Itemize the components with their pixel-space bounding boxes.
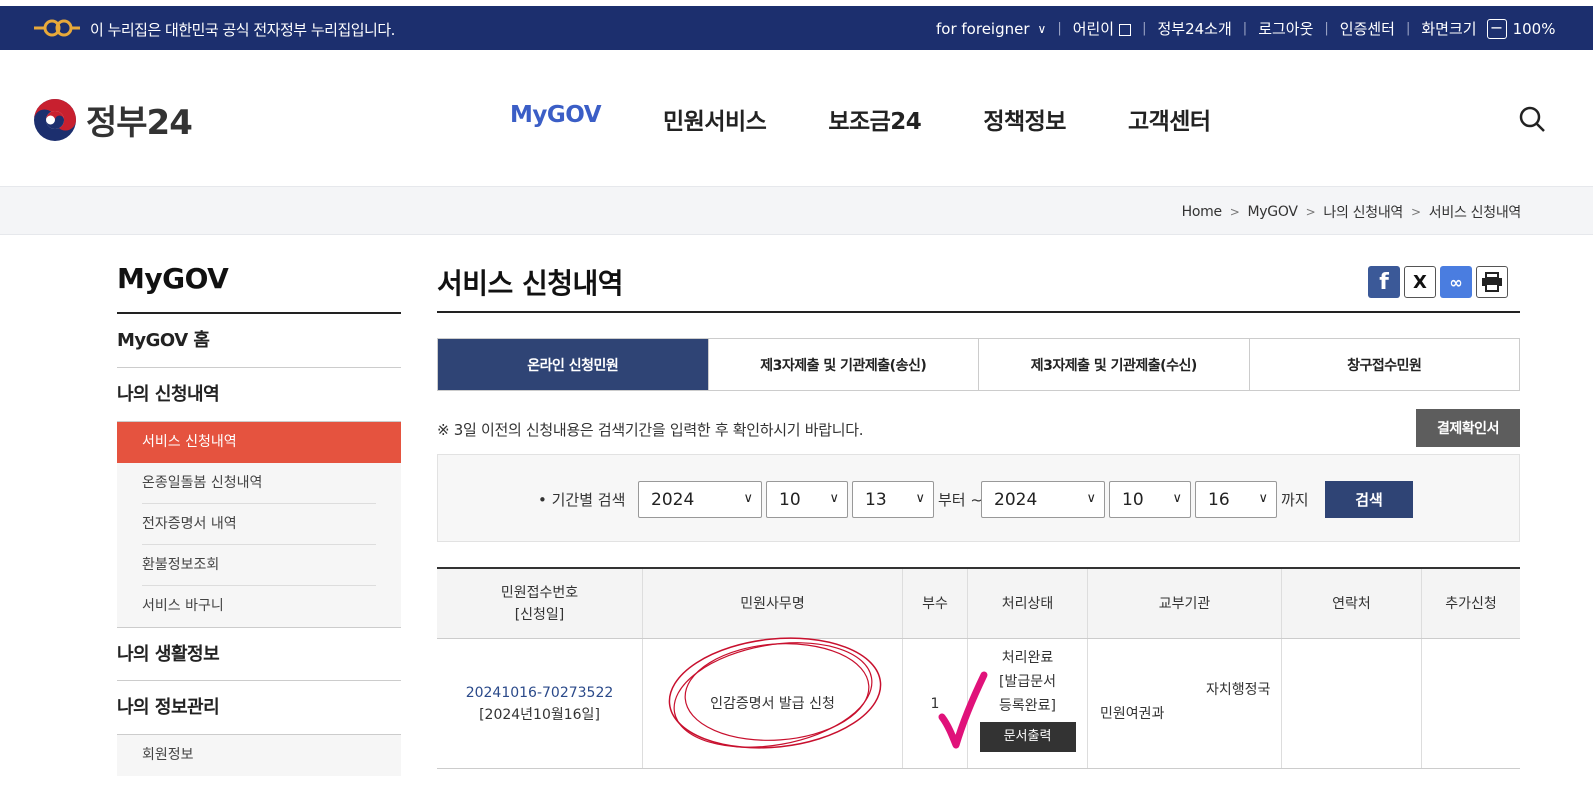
to-text: 까지	[1281, 491, 1309, 509]
kids-link[interactable]: 어린이	[1073, 18, 1114, 39]
sidebar-item-my-requests[interactable]: 나의 신청내역	[117, 368, 401, 422]
link-copy-icon[interactable]: ∞	[1440, 266, 1472, 298]
notice-text: ※ 3일 이전의 신청내용은 검색기간을 입력한 후 확인하시기 바랍니다.	[437, 421, 864, 439]
tab-third-party-received[interactable]: 제3자제출 및 기관제출(수신)	[979, 339, 1250, 390]
tab-third-party-sent[interactable]: 제3자제출 및 기관제출(송신)	[709, 339, 979, 390]
search-icon[interactable]	[1518, 105, 1546, 133]
breadcrumb-current[interactable]: 서비스 신청내역	[1429, 202, 1522, 222]
to-day-select[interactable]: 16 ∨	[1195, 481, 1277, 518]
col-receipt-no: 민원접수번호 [신청일]	[437, 569, 643, 638]
table-header: 민원접수번호 [신청일] 민원사무명 부수 처리상태 교부기관 연락처 추가신청	[437, 569, 1520, 639]
service-name-cell: 인감증명서 발급 신청	[643, 639, 903, 768]
breadcrumb-my-requests[interactable]: 나의 신청내역	[1323, 202, 1403, 222]
agency-cell: 자치행정국 민원여권과	[1088, 639, 1282, 768]
status-line-2: [발급문서	[999, 673, 1056, 690]
sidebar-item-my-info[interactable]: 나의 정보관리	[117, 681, 401, 735]
nav-civil-service[interactable]: 민원서비스	[663, 102, 767, 136]
request-date: [2024년10월16일]	[479, 706, 600, 723]
breadcrumb-mygov[interactable]: MyGOV	[1248, 204, 1298, 220]
cert-center-link[interactable]: 인증센터	[1340, 18, 1395, 39]
taegeuk-logo-icon	[34, 98, 76, 141]
nav-customer-center[interactable]: 고객센터	[1128, 102, 1211, 136]
sidebar-subitem-e-certificates[interactable]: 전자증명서 내역	[142, 504, 376, 545]
status-line-3: 등록완료]	[999, 697, 1056, 714]
zoom-out-button[interactable]: −	[1486, 18, 1507, 39]
receipt-cell: 20241016-70273522 [2024년10월16일]	[437, 639, 643, 768]
site-logo[interactable]: 정부24	[32, 95, 193, 144]
breadcrumb: Home > MyGOV > 나의 신청내역 > 서비스 신청내역	[1182, 202, 1522, 222]
chevron-down-icon[interactable]: ∨	[1038, 22, 1047, 36]
search-button[interactable]: 검색	[1325, 481, 1413, 518]
from-day-select[interactable]: 13 ∨	[852, 481, 934, 518]
col-status: 처리상태	[968, 569, 1088, 638]
col-agency: 교부기관	[1088, 569, 1282, 638]
chevron-right-icon: >	[1305, 205, 1316, 219]
period-search-label: • 기간별 검색	[538, 491, 626, 509]
site-header: 정부24 MyGOV 민원서비스 보조금24 정책정보 고객센터	[0, 50, 1593, 186]
share-icons: f X ∞	[1368, 266, 1512, 298]
col-copies: 부수	[903, 569, 968, 638]
about-gov24-link[interactable]: 정부24소개	[1158, 18, 1232, 39]
to-year-select[interactable]: 2024 ∨	[981, 481, 1105, 518]
from-month-select[interactable]: 10 ∨	[766, 481, 848, 518]
x-twitter-icon[interactable]: X	[1404, 266, 1436, 298]
status-line-1: 처리완료	[1001, 649, 1054, 666]
eg-logo-icon	[34, 19, 80, 37]
chevron-right-icon: >	[1229, 205, 1240, 219]
nav-mygov[interactable]: MyGOV	[510, 102, 602, 136]
logo-text: 정부24	[86, 103, 193, 143]
gov-banner: 이 누리집은 대한민국 공식 전자정부 누리집입니다. for foreigne…	[0, 6, 1593, 50]
sidebar-subitem-refund[interactable]: 환불정보조회	[142, 545, 376, 586]
for-foreigner-link[interactable]: for foreigner	[936, 20, 1030, 38]
sidebar-subitem-basket[interactable]: 서비스 바구니	[142, 586, 376, 627]
agency-line-1: 자치행정국	[1206, 682, 1271, 698]
print-icon[interactable]	[1476, 266, 1508, 298]
col-contact: 연락처	[1282, 569, 1422, 638]
tab-counter-requests[interactable]: 창구접수민원	[1250, 339, 1520, 390]
sidebar-subitem-service-requests[interactable]: 서비스 신청내역	[117, 422, 401, 463]
tab-online-requests[interactable]: 온라인 신청민원	[438, 339, 709, 390]
nav-policy-info[interactable]: 정책정보	[983, 102, 1066, 136]
request-tabs: 온라인 신청민원 제3자제출 및 기관제출(송신) 제3자제출 및 기관제출(수…	[437, 338, 1520, 391]
facebook-icon[interactable]: f	[1368, 266, 1400, 298]
payment-receipt-button[interactable]: 결제확인서	[1416, 409, 1520, 447]
utility-links: for foreigner ∨ | 어린이 | 정부24소개 | 로그아웃 | …	[936, 17, 1556, 39]
external-link-icon	[1119, 23, 1132, 36]
nav-subsidy24[interactable]: 보조금24	[828, 102, 922, 136]
left-nav: MyGOV MyGOV 홈 나의 신청내역 서비스 신청내역 온종일돌봄 신청내…	[117, 262, 401, 776]
requests-table: 민원접수번호 [신청일] 민원사무명 부수 처리상태 교부기관 연락처 추가신청…	[437, 567, 1520, 769]
agency-line-2: 민원여권과	[1100, 706, 1165, 722]
logout-link[interactable]: 로그아웃	[1258, 18, 1313, 39]
global-nav: MyGOV 민원서비스 보조금24 정책정보 고객센터	[510, 102, 1273, 136]
from-text: 부터 ~	[938, 491, 983, 509]
extra-cell	[1422, 639, 1520, 768]
receipt-number-link[interactable]: 20241016-70273522	[466, 682, 614, 704]
title-divider	[437, 311, 1520, 313]
breadcrumb-home[interactable]: Home	[1182, 204, 1222, 220]
zoom-level: 100%	[1512, 19, 1556, 38]
chevron-right-icon: >	[1411, 205, 1421, 219]
from-year-select[interactable]: 2024 ∨	[638, 481, 762, 518]
breadcrumb-bar: Home > MyGOV > 나의 신청내역 > 서비스 신청내역	[0, 186, 1593, 235]
col-service-name: 민원사무명	[643, 569, 903, 638]
lnb-title: MyGOV	[117, 262, 401, 314]
contact-cell	[1282, 639, 1422, 768]
gov-banner-text: 이 누리집은 대한민국 공식 전자정부 누리집입니다.	[90, 21, 395, 39]
sidebar-submenu: 서비스 신청내역 온종일돌봄 신청내역 전자증명서 내역 환불정보조회 서비스 …	[117, 422, 401, 627]
col-extra: 추가신청	[1445, 595, 1497, 612]
status-cell: 처리완료 [발급문서 등록완료] 문서출력	[968, 639, 1088, 768]
sidebar-subitem-member-info[interactable]: 회원정보	[142, 735, 376, 776]
screen-size-label: 화면크기	[1421, 20, 1477, 38]
to-month-select[interactable]: 10 ∨	[1109, 481, 1191, 518]
sidebar-submenu-info: 회원정보	[117, 735, 401, 776]
page-title: 서비스 신청내역	[437, 267, 624, 300]
copies-cell: 1	[903, 639, 968, 768]
table-row: 20241016-70273522 [2024년10월16일] 인감증명서 발급…	[437, 639, 1520, 769]
sidebar-item-life-info[interactable]: 나의 생활정보	[117, 627, 401, 681]
print-document-button[interactable]: 문서출력	[979, 721, 1076, 752]
sidebar-subitem-childcare[interactable]: 온종일돌봄 신청내역	[142, 463, 376, 504]
sidebar-item-mygov-home[interactable]: MyGOV 홈	[117, 314, 401, 368]
period-search-box: • 기간별 검색 2024 ∨ 10 ∨ 13 ∨ 부터 ~ 2024 ∨ 10 ∨ 16…	[437, 454, 1520, 542]
